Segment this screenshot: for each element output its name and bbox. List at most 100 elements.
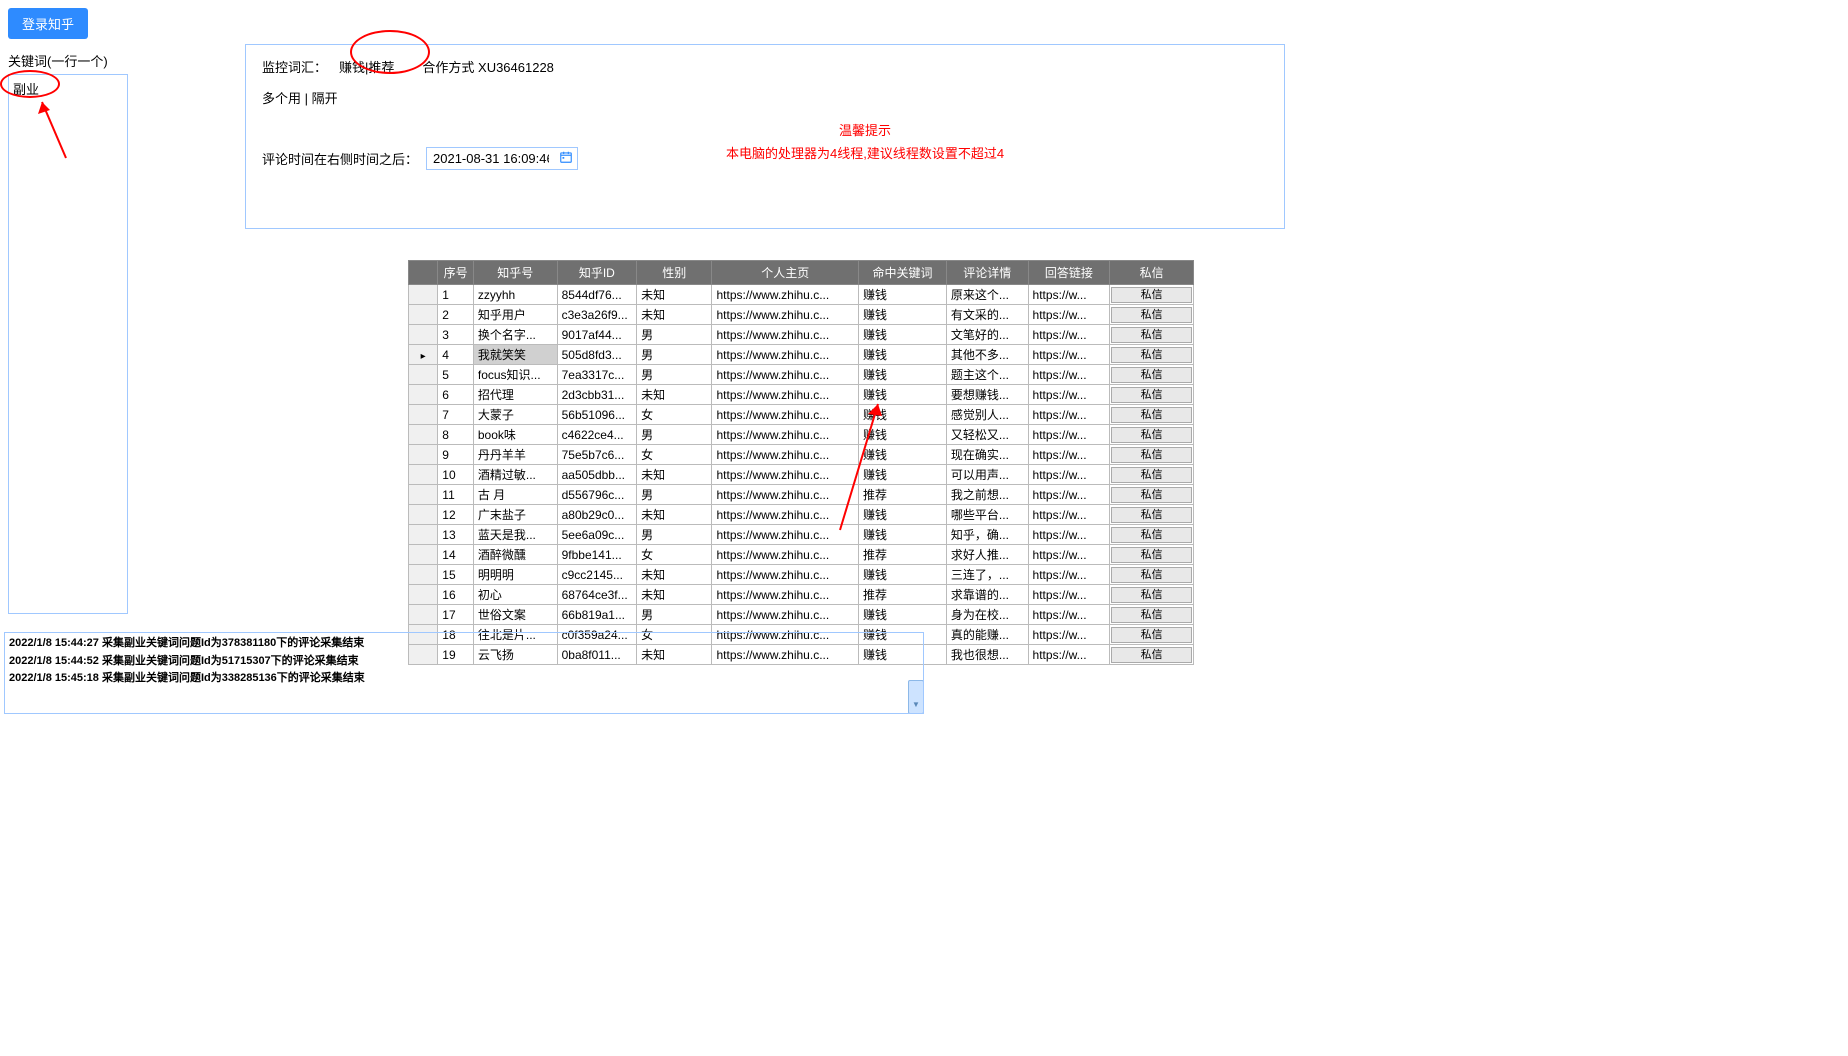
private-message-button[interactable]: 私信 [1111,367,1192,383]
cell-keyword[interactable]: 赚钱 [859,525,947,545]
col-zhihu-name[interactable]: 知乎号 [473,261,557,285]
cell-gender[interactable]: 未知 [637,385,712,405]
row-selector[interactable] [409,285,438,305]
table-row[interactable]: 14酒醉微醺9fbbe141...女https://www.zhihu.c...… [409,545,1194,565]
row-selector[interactable] [409,345,438,365]
cell-comment[interactable]: 真的能赚... [946,625,1028,645]
cell-id[interactable]: 9017af44... [557,325,637,345]
cell-link[interactable]: https://w... [1028,565,1110,585]
cell-comment[interactable]: 现在确实... [946,445,1028,465]
cell-link[interactable]: https://w... [1028,345,1110,365]
cell-id[interactable]: 56b51096... [557,405,637,425]
private-message-button[interactable]: 私信 [1111,387,1192,403]
cell-link[interactable]: https://w... [1028,405,1110,425]
cell-link[interactable]: https://w... [1028,325,1110,345]
cell-keyword[interactable]: 推荐 [859,585,947,605]
row-selector[interactable] [409,585,438,605]
cell-comment[interactable]: 身为在校... [946,605,1028,625]
cell-keyword[interactable]: 赚钱 [859,425,947,445]
table-row[interactable]: 3换个名字...9017af44...男https://www.zhihu.c.… [409,325,1194,345]
table-row[interactable]: 13蓝天是我...5ee6a09c...男https://www.zhihu.c… [409,525,1194,545]
cell-gender[interactable]: 未知 [637,505,712,525]
cell-id[interactable]: aa505dbb... [557,465,637,485]
cell-comment[interactable]: 其他不多... [946,345,1028,365]
cell-gender[interactable]: 未知 [637,465,712,485]
private-message-button[interactable]: 私信 [1111,447,1192,463]
cell-homepage[interactable]: https://www.zhihu.c... [712,465,859,485]
cell-link[interactable]: https://w... [1028,525,1110,545]
cell-link[interactable]: https://w... [1028,305,1110,325]
cell-name[interactable]: 蓝天是我... [473,525,557,545]
cell-index[interactable]: 16 [438,585,474,605]
col-private-message[interactable]: 私信 [1110,261,1194,285]
table-row[interactable]: 12广末盐子a80b29c0...未知https://www.zhihu.c..… [409,505,1194,525]
cell-id[interactable]: 7ea3317c... [557,365,637,385]
private-message-button[interactable]: 私信 [1111,567,1192,583]
cell-comment[interactable]: 我之前想... [946,485,1028,505]
cell-link[interactable]: https://w... [1028,505,1110,525]
date-input[interactable] [431,150,551,167]
cell-homepage[interactable]: https://www.zhihu.c... [712,345,859,365]
cell-index[interactable]: 6 [438,385,474,405]
cell-keyword[interactable]: 赚钱 [859,325,947,345]
cell-comment[interactable]: 求靠谱的... [946,585,1028,605]
cell-name[interactable]: 丹丹羊羊 [473,445,557,465]
cell-name[interactable]: 广末盐子 [473,505,557,525]
private-message-button[interactable]: 私信 [1111,507,1192,523]
col-homepage[interactable]: 个人主页 [712,261,859,285]
cell-gender[interactable]: 男 [637,425,712,445]
cell-homepage[interactable]: https://www.zhihu.c... [712,305,859,325]
row-selector[interactable] [409,545,438,565]
cell-name[interactable]: 初心 [473,585,557,605]
cell-homepage[interactable]: https://www.zhihu.c... [712,385,859,405]
row-selector[interactable] [409,385,438,405]
col-comment-detail[interactable]: 评论详情 [946,261,1028,285]
cell-gender[interactable]: 未知 [637,565,712,585]
cell-id[interactable]: 68764ce3f... [557,585,637,605]
cell-keyword[interactable]: 赚钱 [859,505,947,525]
cell-comment[interactable]: 原来这个... [946,285,1028,305]
cell-name[interactable]: 明明明 [473,565,557,585]
cell-index[interactable]: 10 [438,465,474,485]
cell-keyword[interactable]: 赚钱 [859,465,947,485]
cell-keyword[interactable]: 赚钱 [859,305,947,325]
log-panel[interactable]: 2022/1/8 15:44:27 采集副业关键词问题Id为378381180下… [4,632,924,714]
cell-gender[interactable]: 女 [637,445,712,465]
cell-gender[interactable]: 男 [637,605,712,625]
cell-link[interactable]: https://w... [1028,445,1110,465]
private-message-button[interactable]: 私信 [1111,587,1192,603]
cell-name[interactable]: 我就笑笑 [473,345,557,365]
cell-comment[interactable]: 又轻松又... [946,425,1028,445]
cell-comment[interactable]: 题主这个... [946,365,1028,385]
cell-keyword[interactable]: 推荐 [859,485,947,505]
private-message-button[interactable]: 私信 [1111,427,1192,443]
cell-homepage[interactable]: https://www.zhihu.c... [712,285,859,305]
cell-homepage[interactable]: https://www.zhihu.c... [712,505,859,525]
cell-comment[interactable]: 文笔好的... [946,325,1028,345]
cell-keyword[interactable]: 赚钱 [859,365,947,385]
cell-name[interactable]: 大蒙子 [473,405,557,425]
cell-homepage[interactable]: https://www.zhihu.c... [712,485,859,505]
private-message-button[interactable]: 私信 [1111,547,1192,563]
cell-homepage[interactable]: https://www.zhihu.c... [712,565,859,585]
private-message-button[interactable]: 私信 [1111,327,1192,343]
private-message-button[interactable]: 私信 [1111,407,1192,423]
table-row[interactable]: 17世俗文案66b819a1...男https://www.zhihu.c...… [409,605,1194,625]
cell-name[interactable]: focus知识... [473,365,557,385]
calendar-icon[interactable] [559,150,573,167]
cell-keyword[interactable]: 赚钱 [859,565,947,585]
cell-index[interactable]: 12 [438,505,474,525]
table-row[interactable]: 4我就笑笑505d8fd3...男https://www.zhihu.c...赚… [409,345,1194,365]
cell-index[interactable]: 15 [438,565,474,585]
cell-id[interactable]: a80b29c0... [557,505,637,525]
cell-id[interactable]: 66b819a1... [557,605,637,625]
row-selector[interactable] [409,405,438,425]
row-selector[interactable] [409,425,438,445]
table-row[interactable]: 10酒精过敏...aa505dbb...未知https://www.zhihu.… [409,465,1194,485]
cell-link[interactable]: https://w... [1028,465,1110,485]
cell-gender[interactable]: 女 [637,405,712,425]
private-message-button[interactable]: 私信 [1111,287,1192,303]
cell-gender[interactable]: 男 [637,485,712,505]
cell-id[interactable]: d556796c... [557,485,637,505]
cell-keyword[interactable]: 赚钱 [859,605,947,625]
